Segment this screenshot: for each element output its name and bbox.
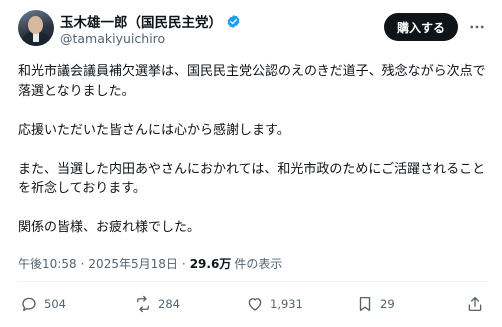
verified-badge-icon	[227, 14, 240, 28]
bookmark-button[interactable]: 29	[356, 290, 395, 318]
post-text: 和光市議会議員補欠選挙は、国民民主党公認のえのきだ道子、残念ながら次点で落選とな…	[18, 62, 488, 238]
views-count[interactable]: 29.6万	[190, 255, 232, 272]
repost-count: 284	[158, 297, 180, 311]
views-label: 件の表示	[234, 257, 283, 271]
post-paragraph: また、当選した内田あやさんにおかれては、和光市政のためにご活躍されることを祈念し…	[18, 161, 486, 197]
author-handle[interactable]: @tamakiyuichiro	[60, 31, 165, 46]
post-paragraph: 応援いただいた皆さんには心から感謝します。	[18, 122, 290, 138]
reply-icon	[22, 297, 36, 312]
repost-button[interactable]: 284	[134, 290, 180, 318]
like-button[interactable]: 1,931	[246, 290, 303, 318]
post-time[interactable]: 午後10:58	[18, 255, 77, 272]
bookmark-icon	[359, 296, 371, 312]
post-meta: 午後10:58 · 2025年5月18日 · 29.6万 件の表示	[18, 255, 282, 272]
author-name-row: 玉木雄一郎（国民民主党）	[60, 11, 241, 31]
more-button[interactable]	[466, 13, 488, 41]
meta-separator: ·	[80, 256, 85, 271]
share-button[interactable]	[466, 290, 484, 318]
like-count: 1,931	[270, 297, 303, 311]
divider	[18, 281, 488, 282]
share-icon	[468, 296, 482, 312]
post-header: 玉木雄一郎（国民民主党） @tamakiyuichiro 購入する	[18, 10, 488, 54]
post-paragraph: 和光市議会議員補欠選挙は、国民民主党公認のえのきだ道子、残念ながら次点で落選とな…	[18, 64, 486, 99]
like-icon	[248, 298, 262, 311]
reply-button[interactable]: 504	[20, 290, 66, 318]
meta-separator: ·	[181, 256, 186, 271]
post-paragraph: 関係の皆様、お疲れ様でした。	[18, 220, 201, 235]
avatar[interactable]	[18, 10, 54, 46]
repost-icon	[137, 295, 149, 313]
bookmark-count: 29	[380, 297, 395, 311]
reply-count: 504	[44, 297, 66, 311]
buy-button[interactable]: 購入する	[383, 13, 458, 41]
author-display-name[interactable]: 玉木雄一郎（国民民主党）	[60, 11, 222, 31]
post-date[interactable]: 2025年5月18日	[88, 255, 177, 272]
action-bar: 504 284 1,931 29	[18, 290, 488, 318]
more-icon	[470, 25, 484, 29]
